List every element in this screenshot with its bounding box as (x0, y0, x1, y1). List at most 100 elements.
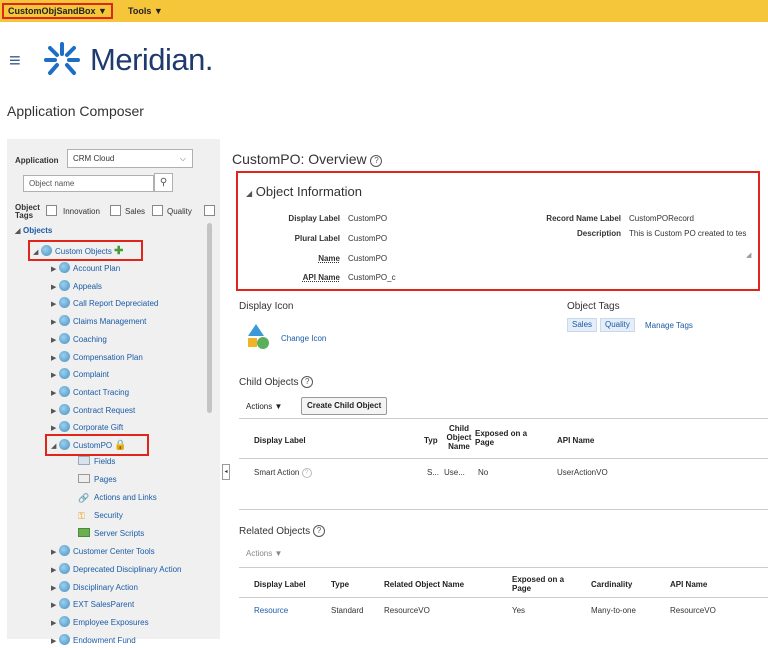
tree-item[interactable]: ▶ Customer Center Tools (51, 545, 155, 557)
description-value[interactable]: This is Custom PO created to tes (629, 229, 753, 238)
tree-item[interactable]: ▶ Contract Request (51, 403, 136, 418)
object-gear-icon (59, 421, 70, 433)
tree-item-label: Coaching (73, 334, 107, 344)
child-fields[interactable]: Fields (78, 456, 115, 468)
name-value: CustomPO (348, 254, 388, 263)
tag-pill-sales[interactable]: Sales (567, 318, 598, 332)
help-icon[interactable]: ? (301, 376, 314, 388)
tree-item[interactable]: ▶ Coaching (51, 332, 107, 347)
change-icon-link[interactable]: Change Icon (281, 334, 326, 343)
hamburger-menu-icon[interactable]: ≡ (9, 50, 21, 73)
collapsed-triangle-icon[interactable]: ▶ (51, 618, 59, 630)
create-child-object-button[interactable]: Create Child Object (301, 397, 388, 415)
chevron-down-icon: ⌵ (179, 154, 186, 163)
related-actions-menu[interactable]: Actions ▼ (246, 549, 282, 558)
plural-label-value: CustomPO (348, 234, 388, 243)
child-server-scripts[interactable]: Server Scripts (78, 528, 144, 540)
tree-item[interactable]: ▶ Contact Tracing (51, 385, 130, 400)
object-tags-title: Object Tags (567, 301, 620, 312)
page-title: Application Composer (7, 103, 144, 119)
brand-logo: Meridian. (40, 38, 230, 80)
plural-label-key: Plural Label (294, 234, 340, 243)
collapsed-triangle-icon[interactable]: ▶ (51, 547, 59, 559)
custompo-highlight (45, 434, 149, 456)
innovation-checkbox[interactable] (46, 205, 57, 216)
tree-item[interactable]: ▶ Corporate Gift (51, 421, 123, 433)
object-tags-label: Object Tags (15, 203, 40, 220)
collapsed-triangle-icon[interactable]: ▶ (51, 406, 59, 418)
display-icon-title: Display Icon (239, 301, 294, 312)
object-display-icon (248, 324, 269, 349)
tree-item-label: Endowment Fund (73, 636, 136, 645)
child-security[interactable]: ⚿ Security (78, 510, 123, 522)
tools-menu[interactable]: Tools ▼ (124, 3, 167, 19)
tree-item-label: Contact Tracing (73, 387, 130, 397)
collapsed-triangle-icon[interactable]: ▶ (51, 282, 59, 294)
collapsed-triangle-icon[interactable]: ▶ (51, 317, 59, 329)
help-icon[interactable]: ? (312, 525, 325, 537)
quality-checkbox[interactable] (152, 205, 163, 216)
tree-item[interactable]: ▶ Deprecated Disciplinary Action (51, 562, 182, 577)
collapsed-triangle-icon[interactable]: ▶ (51, 299, 59, 311)
application-label: Application (15, 156, 59, 165)
collapsed-triangle-icon[interactable]: ▶ (51, 565, 59, 577)
rel-col-type: Type (331, 580, 350, 589)
tree-item[interactable]: ▶ Call Report Depreciated (51, 297, 158, 309)
collapsed-triangle-icon[interactable]: ▶ (51, 264, 59, 276)
tree-item[interactable]: ▶ Account Plan (51, 262, 120, 274)
divider (239, 597, 768, 598)
object-gear-icon (59, 297, 70, 309)
tag-pill-quality[interactable]: Quality (600, 318, 635, 332)
tree-item-label: Contract Request (73, 405, 136, 415)
related-row-type: Standard (331, 606, 364, 615)
child-actions-links[interactable]: 🔗 Actions and Links (78, 492, 157, 504)
collapsed-triangle-icon[interactable]: ▶ (51, 600, 59, 612)
tree-item[interactable]: ▶ Compensation Plan (51, 350, 143, 365)
sandbox-menu[interactable]: CustomObjSandBox ▼ (2, 3, 113, 19)
objects-root-node[interactable]: ◢ Objects (15, 225, 52, 237)
search-icon[interactable]: ⚲ (154, 173, 173, 192)
divider (239, 567, 768, 568)
more-tag-checkbox[interactable] (204, 205, 215, 216)
child-row-label[interactable]: Smart Action ? (254, 468, 312, 478)
collapsed-triangle-icon[interactable]: ▶ (51, 583, 59, 595)
child-pages[interactable]: Pages (78, 474, 117, 486)
object-gear-icon (59, 598, 70, 610)
object-information-title[interactable]: ◢ Object Information (246, 184, 362, 199)
child-actions-menu[interactable]: Actions ▼ (246, 402, 282, 411)
tree-item[interactable]: ▶ Endowment Fund (51, 634, 136, 646)
application-select[interactable]: CRM Cloud ⌵ (67, 149, 193, 168)
tree-item[interactable]: ▶ EXT SalesParent (51, 598, 134, 610)
tree-item[interactable]: ▶ Claims Management (51, 315, 146, 327)
tree-item[interactable]: ▶ Appeals (51, 279, 102, 294)
collapsed-triangle-icon[interactable]: ▶ (51, 353, 59, 365)
tree-item-label: Customer Center Tools (73, 547, 155, 556)
collapsed-triangle-icon[interactable]: ▶ (51, 388, 59, 400)
collapsed-triangle-icon[interactable]: ▶ (51, 335, 59, 347)
collapse-panel-handle[interactable]: ◂ (222, 464, 230, 480)
object-name-input[interactable]: Object name (23, 175, 154, 192)
rel-col-api-name: API Name (670, 580, 708, 589)
related-row-api: ResourceVO (670, 606, 716, 615)
script-icon (78, 528, 90, 537)
tree-item[interactable]: ▶ Employee Exposures (51, 616, 149, 628)
collapsed-triangle-icon[interactable]: ▶ (51, 370, 59, 382)
info-icon[interactable]: ? (301, 468, 312, 478)
object-gear-icon (59, 562, 70, 574)
help-icon[interactable]: ? (370, 155, 383, 167)
fields-label: Fields (94, 457, 116, 466)
sales-checkbox[interactable] (110, 205, 121, 216)
resize-handle-icon[interactable]: ◢ (746, 251, 751, 259)
manage-tags-link[interactable]: Manage Tags (645, 321, 693, 330)
collapsed-triangle-icon[interactable]: ▶ (51, 636, 59, 648)
sales-tag-label: Sales (125, 207, 146, 216)
rel-col-display-label: Display Label (254, 580, 306, 589)
object-gear-icon (59, 385, 70, 397)
left-panel-scrollbar[interactable] (207, 223, 212, 413)
tree-item[interactable]: ▶ Disciplinary Action (51, 580, 138, 595)
child-row-api: UserActionVO (557, 468, 608, 477)
related-row-label-link[interactable]: Resource (254, 606, 288, 615)
brand-name: Meridian. (90, 42, 214, 77)
object-gear-icon (59, 616, 70, 628)
tree-item[interactable]: ▶ Complaint (51, 368, 109, 380)
